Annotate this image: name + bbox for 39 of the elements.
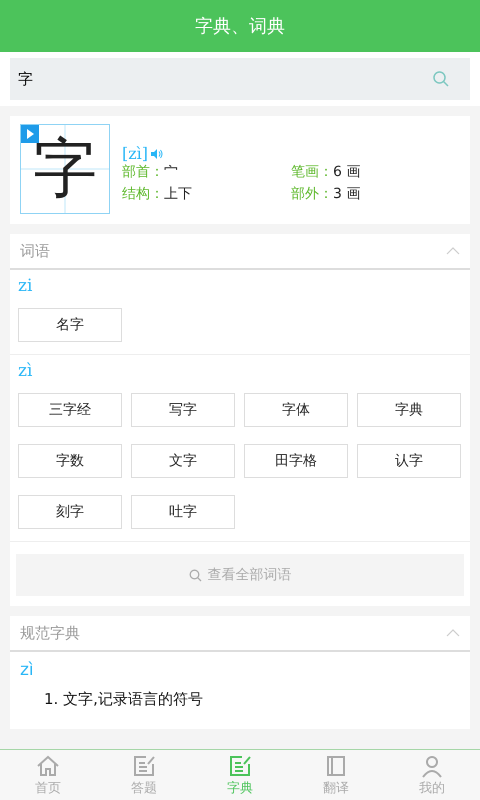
section-title: 规范字典	[20, 624, 80, 642]
home-icon	[36, 754, 60, 778]
field-value: 3 画	[333, 185, 360, 203]
user-icon	[420, 754, 444, 778]
word-chip[interactable]: 字典	[357, 393, 461, 427]
definition-text: 1. 文字,记录语言的符号	[43, 690, 204, 710]
word-chip[interactable]: 名字	[18, 308, 122, 342]
word-chip[interactable]: 写字	[131, 393, 235, 427]
speaker-icon[interactable]	[151, 148, 164, 158]
word-chip[interactable]: 三字经	[18, 393, 122, 427]
word-chip[interactable]: 吐字	[131, 495, 235, 529]
book-icon	[324, 754, 348, 778]
note-icon	[228, 754, 252, 778]
chevron-icon[interactable]	[446, 247, 460, 255]
word-chip[interactable]: 认字	[357, 444, 461, 478]
word-chip[interactable]: 字体	[244, 393, 348, 427]
pinyin-text: zì	[19, 659, 35, 680]
search-field[interactable]: 字	[10, 58, 470, 100]
word-chip[interactable]: 字数	[18, 444, 122, 478]
note-icon	[132, 754, 156, 778]
search-icon	[188, 568, 202, 582]
chevron-icon[interactable]	[446, 629, 460, 637]
character-glyph: 字	[33, 137, 97, 201]
header-title: 字典、词典	[195, 15, 285, 38]
field-value: 6 画	[333, 163, 360, 181]
section-title: 词语	[20, 242, 50, 260]
field-label: 部首：	[122, 163, 164, 181]
pinyin-text: [zì]	[122, 144, 148, 163]
pinyin-text: zi	[18, 276, 34, 296]
search-icon[interactable]	[432, 70, 450, 88]
field-label: 结构：	[122, 185, 164, 203]
word-chip[interactable]: 文字	[131, 444, 235, 478]
word-chip[interactable]: 田字格	[244, 444, 348, 478]
pinyin-text: zì	[18, 361, 34, 381]
word-chip[interactable]: 刻字	[18, 495, 122, 529]
field-label: 笔画：	[291, 163, 333, 181]
field-label: 部外：	[291, 185, 333, 203]
field-value: 上下	[164, 185, 192, 203]
field-value: 宀	[164, 163, 178, 181]
